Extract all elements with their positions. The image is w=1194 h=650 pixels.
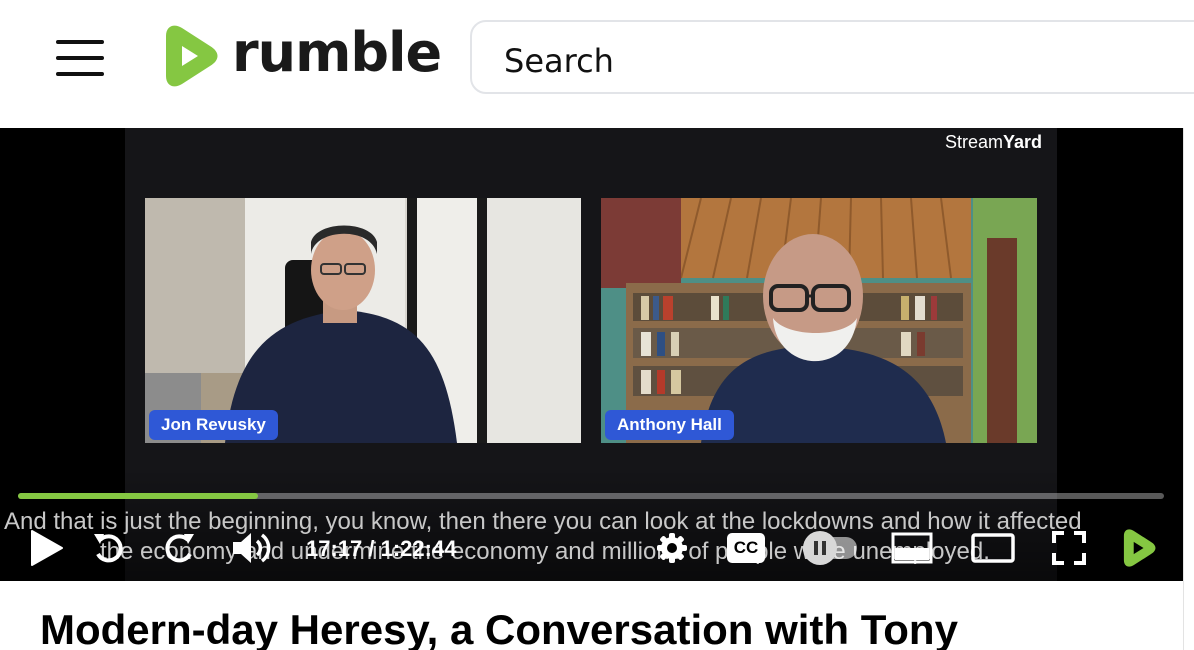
miniplayer-icon [891, 532, 933, 564]
logo-wordmark: rumble [232, 21, 442, 84]
participant-video-left [145, 198, 581, 443]
time-display: 17:17 / 1:22:44 [306, 536, 457, 561]
pause-icon [803, 531, 837, 565]
video-player[interactable]: StreamYard Jon Revusky Anthony Hall And … [0, 128, 1183, 581]
forward-icon [165, 534, 194, 563]
rumble-logo-icon [166, 25, 218, 87]
rumble-logo[interactable]: rumble [158, 21, 442, 88]
play-button[interactable] [26, 528, 66, 568]
volume-icon [233, 533, 271, 563]
gear-icon [657, 533, 687, 563]
cc-icon: CC [727, 533, 765, 563]
cc-button[interactable]: CC [724, 528, 768, 568]
rumble-icon [1123, 529, 1156, 567]
miniplayer-button[interactable] [890, 528, 934, 568]
progress-bar[interactable] [18, 493, 1164, 499]
forward-button[interactable] [160, 528, 200, 568]
autoplay-toggle[interactable] [800, 528, 860, 568]
page-scroll-edge [1183, 128, 1194, 650]
video-title: Modern-day Heresy, a Conversation with T… [40, 606, 958, 650]
search-placeholder: Search [504, 42, 614, 80]
participant-tile-left: Jon Revusky [145, 198, 581, 443]
theater-mode-button[interactable] [970, 528, 1016, 568]
participant-tile-right: Anthony Hall [601, 198, 1037, 443]
search-input[interactable]: Search [470, 20, 1194, 94]
rumble-player-logo[interactable] [1118, 528, 1158, 568]
rewind-button[interactable] [88, 528, 128, 568]
progress-fill [18, 493, 259, 499]
site-header: rumble Search [0, 0, 1194, 128]
fullscreen-icon [1052, 531, 1086, 565]
participant-name-right: Anthony Hall [605, 410, 734, 440]
theater-icon [971, 533, 1015, 563]
fullscreen-button[interactable] [1050, 528, 1088, 568]
streamyard-watermark: StreamYard [945, 132, 1043, 152]
settings-button[interactable] [654, 528, 690, 568]
rewind-icon [94, 534, 123, 563]
autoplay-track [803, 531, 857, 565]
volume-button[interactable] [230, 528, 274, 568]
play-icon [31, 530, 63, 566]
participant-video-right [601, 198, 1037, 443]
menu-icon[interactable] [56, 40, 104, 76]
participant-name-left: Jon Revusky [149, 410, 278, 440]
